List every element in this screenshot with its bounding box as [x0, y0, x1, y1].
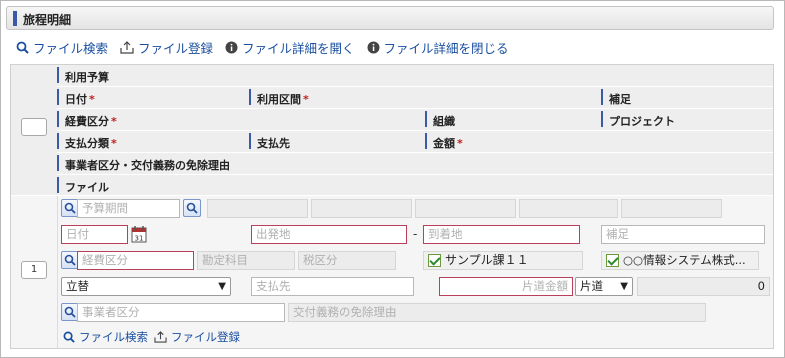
search-icon — [16, 41, 29, 54]
exemption-reason-field: 交付義務の免除理由 — [288, 303, 706, 322]
section-header: 旅程明細 — [6, 6, 774, 30]
header-divider — [57, 108, 773, 109]
section-accent-bar — [13, 11, 17, 26]
search-icon — [63, 331, 75, 343]
header-divider — [57, 152, 773, 153]
header-marker — [57, 133, 59, 149]
budget-field — [207, 199, 308, 218]
header-divider — [57, 86, 773, 87]
row-file-register-link[interactable]: ファイル登録 — [154, 329, 240, 345]
file-search-label: ファイル検索 — [33, 40, 109, 56]
range-separator: - — [413, 227, 418, 241]
trip-type-select[interactable]: 片道 ▼ — [575, 277, 633, 296]
budget-field — [415, 199, 516, 218]
search-icon — [186, 202, 198, 214]
header-payee: 支払先 — [257, 137, 290, 150]
date-input[interactable]: 日付 — [61, 225, 128, 244]
budget-field — [621, 199, 722, 218]
supplement-input[interactable]: 補足 — [601, 225, 765, 244]
header-business-category: 事業者区分・交付義務の免除理由 — [65, 159, 230, 172]
header-marker — [601, 89, 603, 105]
one-way-fare-input[interactable]: 片道金額 — [439, 277, 573, 296]
close-file-details-link[interactable]: ファイル詳細を閉じる — [367, 38, 509, 57]
info-icon — [225, 41, 238, 53]
row-file-tools: ファイル検索 ファイル登録 — [63, 329, 246, 345]
row-divider — [57, 196, 58, 348]
header-divider — [57, 130, 773, 131]
header-marker — [57, 67, 59, 83]
table-row: 1 予算期間 日付 31 出発地 - 到着地 補足 経費区分 勘定科目 税区分 — [11, 196, 773, 348]
header-marker — [425, 111, 427, 127]
payment-type-value: 立替 — [66, 279, 89, 293]
account-item-field: 勘定科目 — [197, 251, 295, 270]
header-marker — [249, 133, 251, 149]
info-icon — [367, 41, 380, 53]
search-icon — [64, 306, 76, 318]
upload-icon — [120, 40, 134, 54]
row-file-search-label: ファイル検索 — [79, 330, 148, 344]
header-marker — [57, 111, 59, 127]
header-usage-section: 利用区間 * — [257, 93, 309, 106]
section-title: 旅程明細 — [23, 13, 72, 27]
close-file-details-label: ファイル詳細を閉じる — [383, 40, 509, 56]
row-file-register-label: ファイル登録 — [171, 330, 240, 344]
checkmark-icon — [428, 254, 441, 267]
header-expense-category: 経費区分 * — [65, 115, 117, 128]
arrival-input[interactable]: 到着地 — [423, 225, 580, 244]
budget-period-input[interactable]: 予算期間 — [77, 199, 180, 218]
search-icon — [64, 202, 76, 214]
chevron-down-icon: ▼ — [218, 281, 226, 292]
table-header: 利用予算 日付 * 利用区間 * 補足 経費区分 * 組織 プロジェクト 支払分類 * … — [11, 65, 773, 195]
row-select-box[interactable]: 1 — [21, 261, 47, 279]
file-register-link[interactable]: ファイル登録 — [120, 38, 213, 57]
payment-type-select[interactable]: 立替 ▼ — [61, 277, 231, 296]
itinerary-table: 利用予算 日付 * 利用区間 * 補足 経費区分 * 組織 プロジェクト 支払分類 * … — [10, 64, 774, 349]
open-file-details-link[interactable]: ファイル詳細を開く — [225, 38, 355, 57]
header-payment-type: 支払分類 * — [65, 137, 117, 150]
organization-field[interactable]: サンプル課１１ — [423, 251, 583, 270]
business-category-input[interactable]: 事業者区分 — [77, 303, 285, 322]
trip-type-value: 片道 — [580, 279, 603, 293]
open-file-details-label: ファイル詳細を開く — [242, 40, 355, 56]
checkmark-icon — [606, 254, 619, 267]
departure-input[interactable]: 出発地 — [251, 225, 407, 244]
search-icon — [64, 254, 76, 266]
budget-lookup-button[interactable] — [183, 199, 201, 217]
header-supplement: 補足 — [609, 93, 631, 106]
header-amount: 金額 * — [433, 137, 463, 150]
payee-input[interactable]: 支払先 — [251, 277, 414, 296]
header-marker — [601, 111, 603, 127]
file-register-label: ファイル登録 — [138, 40, 214, 56]
header-file: ファイル — [65, 181, 109, 194]
chevron-down-icon: ▼ — [620, 281, 628, 292]
select-all-box[interactable] — [21, 118, 47, 136]
header-divider — [57, 174, 773, 175]
amount-field: 0 — [637, 277, 770, 296]
header-date: 日付 * — [65, 93, 95, 106]
tax-category-field: 税区分 — [298, 251, 396, 270]
header-organization: 組織 — [433, 115, 455, 128]
header-marker — [425, 133, 427, 149]
header-marker — [57, 89, 59, 105]
file-search-link[interactable]: ファイル検索 — [16, 38, 108, 57]
svg-text:31: 31 — [135, 235, 144, 243]
header-budget: 利用予算 — [65, 71, 109, 84]
project-field[interactable]: ○○情報システム株式... — [601, 251, 759, 270]
budget-field — [519, 199, 618, 218]
header-marker — [57, 177, 59, 193]
row-file-search-link[interactable]: ファイル検索 — [63, 329, 148, 345]
budget-field — [311, 199, 412, 218]
calendar-icon[interactable]: 31 — [131, 225, 147, 246]
header-project: プロジェクト — [609, 115, 675, 128]
header-marker — [57, 155, 59, 171]
toolbar: ファイル検索 ファイル登録 ファイル詳細を開く ファイル詳細を閉じる — [16, 38, 521, 56]
header-marker — [249, 89, 251, 105]
upload-icon — [154, 331, 167, 343]
expense-category-input[interactable]: 経費区分 — [77, 251, 194, 270]
